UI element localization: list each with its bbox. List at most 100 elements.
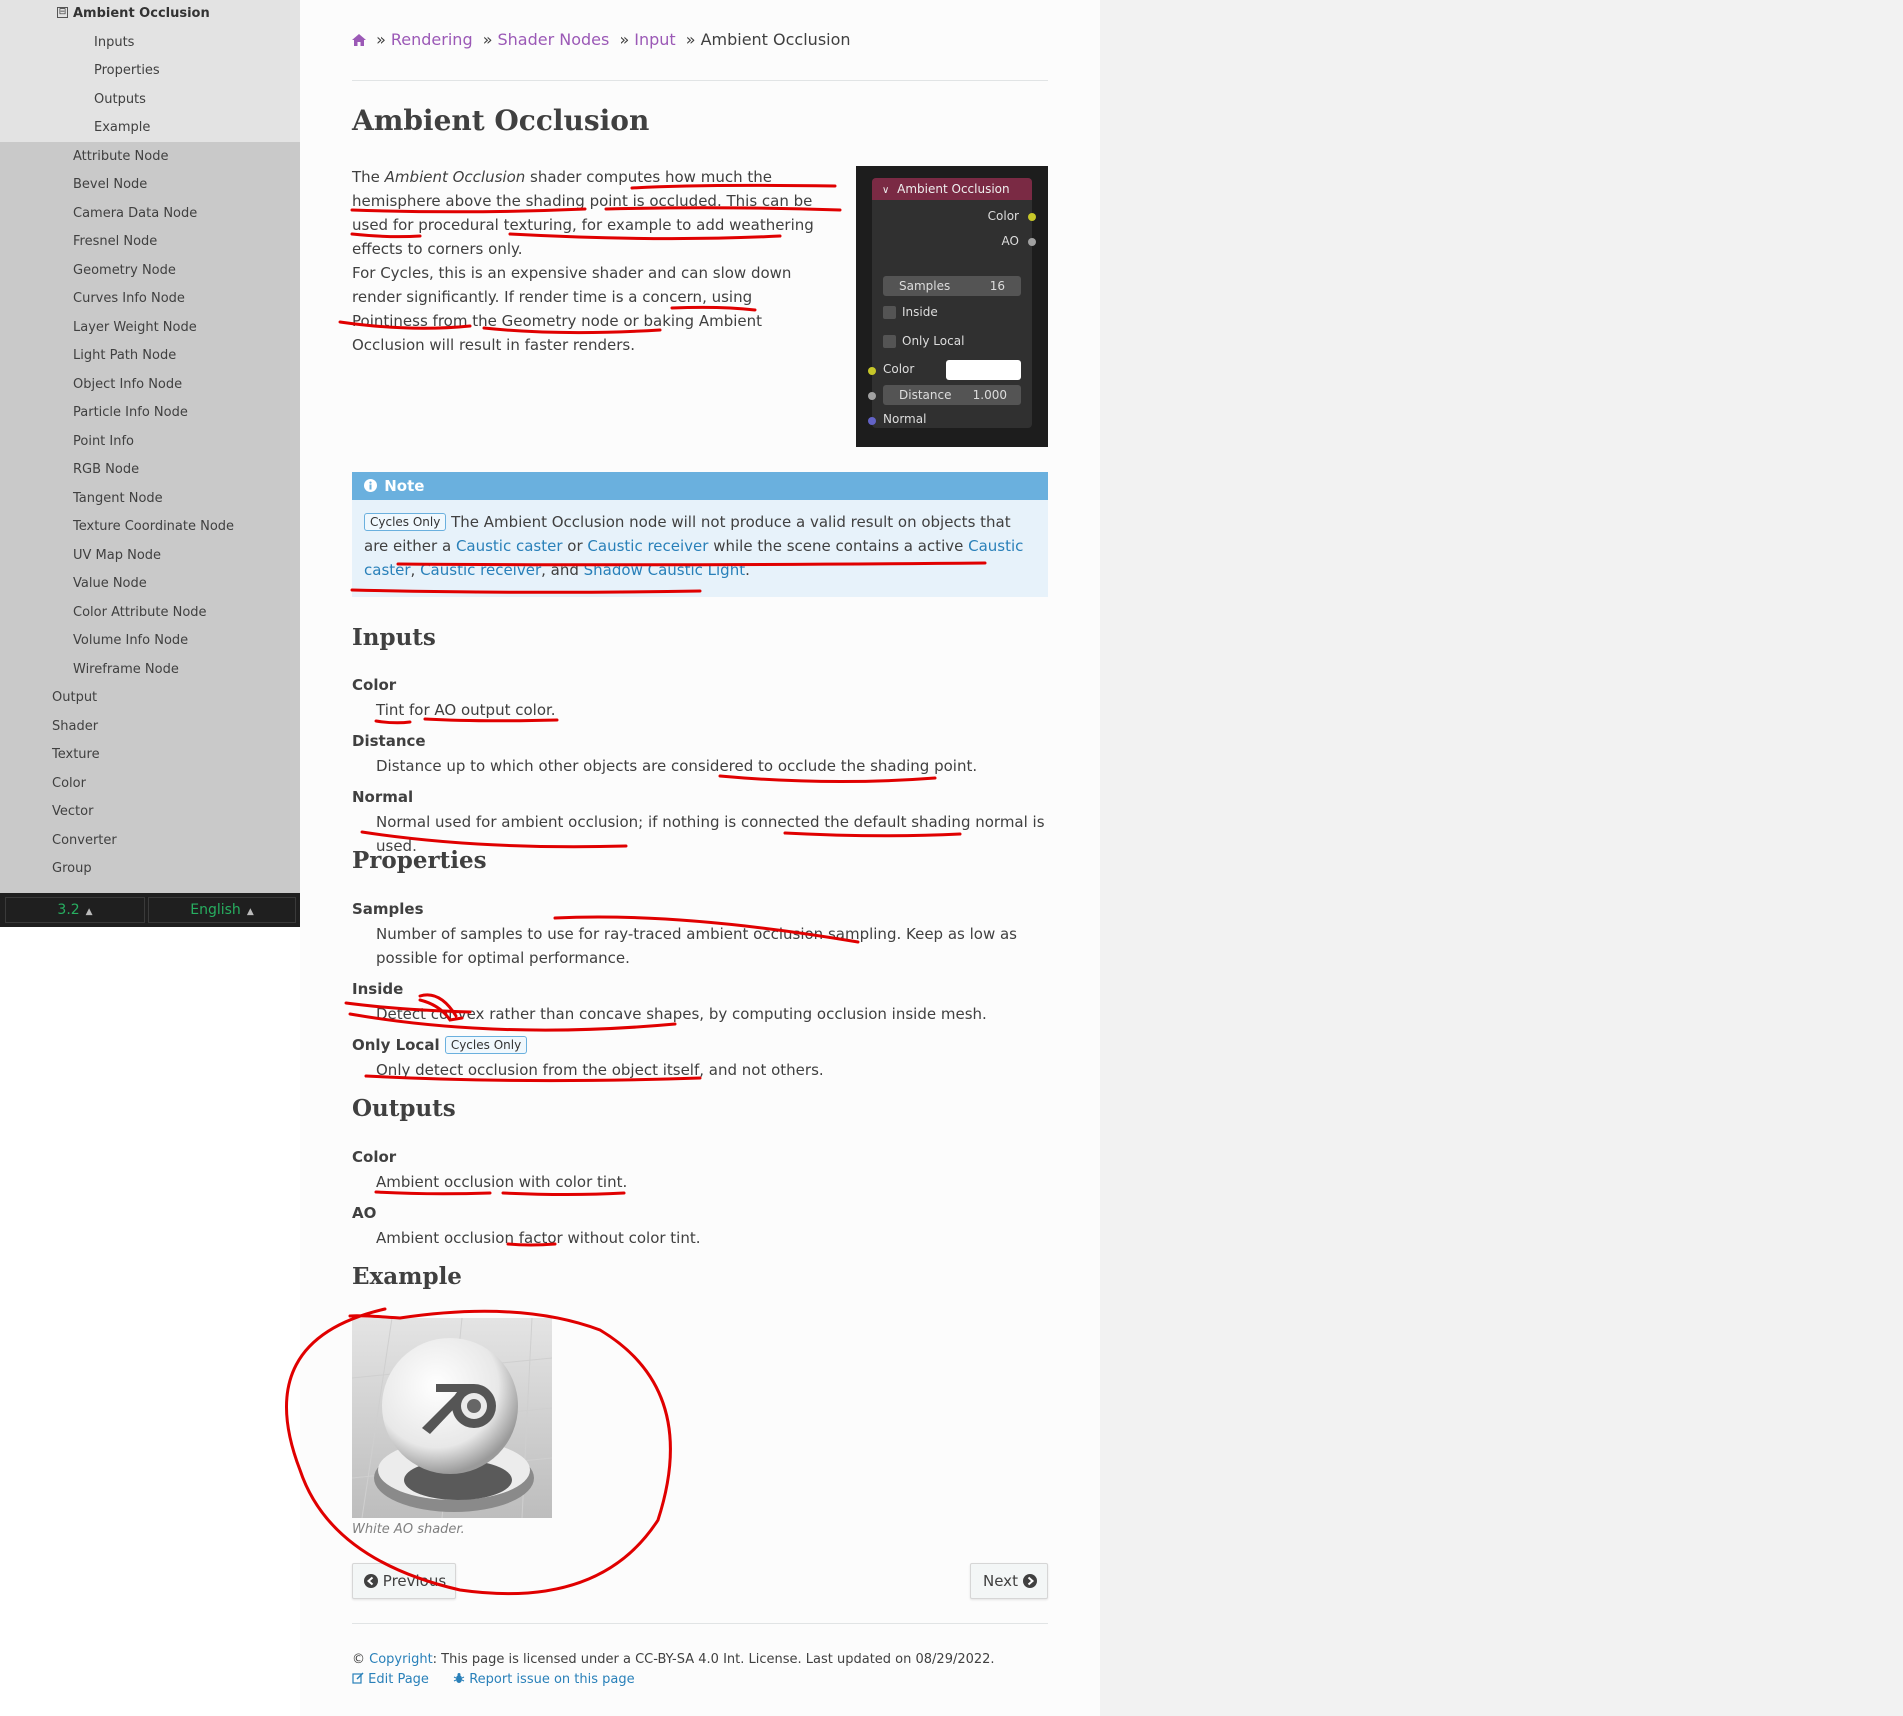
link-caustic-receiver[interactable]: Caustic receiver	[420, 561, 541, 579]
sidebar-nav: ⊟ Ambient Occlusion Inputs Properties Ou…	[0, 0, 300, 927]
intro-text: The	[352, 168, 385, 186]
divider	[352, 80, 1048, 81]
cycles-only-badge: Cycles Only	[444, 1036, 528, 1054]
note-text: .	[745, 561, 750, 579]
home-icon[interactable]	[352, 30, 371, 49]
version-switcher[interactable]: 3.2 ▲	[5, 897, 145, 923]
socket-ao-output	[1028, 238, 1036, 246]
previous-button[interactable]: Previous	[352, 1563, 456, 1599]
distance-value: 1.000	[972, 388, 1007, 402]
copyright-link[interactable]: Copyright	[369, 1652, 433, 1667]
note-header: Note	[352, 472, 1048, 500]
sidebar-item-uv-map-node[interactable]: UV Map Node	[73, 548, 161, 563]
footer-actions: Edit Page Report issue on this page	[352, 1672, 635, 1687]
sidebar-item-output[interactable]: Output	[52, 690, 97, 705]
note-text: , and	[541, 561, 584, 579]
inside-checkbox	[883, 306, 896, 319]
next-button[interactable]: Next	[970, 1563, 1048, 1599]
language-switcher[interactable]: English ▲	[148, 897, 296, 923]
input-normal-term: Normal	[352, 788, 414, 806]
note-text: or	[562, 537, 588, 555]
node-inside-label: Inside	[902, 305, 938, 319]
sidebar-item-rgb-node[interactable]: RGB Node	[73, 462, 139, 477]
sidebar-item-curves-info-node[interactable]: Curves Info Node	[73, 291, 185, 306]
sidebar-item-fresnel-node[interactable]: Fresnel Node	[73, 234, 157, 249]
white-ao-render-image[interactable]	[352, 1318, 552, 1518]
breadcrumb-current: Ambient Occlusion	[700, 30, 851, 49]
breadcrumb-separator: »	[482, 30, 493, 49]
sidebar-item-tangent-node[interactable]: Tangent Node	[73, 491, 163, 506]
breadcrumb-separator: »	[376, 30, 386, 49]
property-samples-desc: Number of samples to use for ray-traced …	[376, 925, 1017, 967]
sidebar-item-layer-weight-node[interactable]: Layer Weight Node	[73, 320, 197, 335]
socket-distance-input	[868, 392, 876, 400]
link-caustic-caster[interactable]: Caustic caster	[456, 537, 563, 555]
link-caustic-receiver[interactable]: Caustic receiver	[587, 537, 708, 555]
sidebar-item-example[interactable]: Example	[94, 120, 150, 135]
sidebar-item-texture-coordinate-node[interactable]: Texture Coordinate Node	[73, 519, 234, 534]
sidebar-item-vector[interactable]: Vector	[52, 804, 93, 819]
input-color-desc: Tint for AO output color.	[376, 701, 556, 719]
sidebar-item-shader[interactable]: Shader	[52, 719, 98, 734]
sidebar-item-attribute-node[interactable]: Attribute Node	[73, 149, 168, 164]
edit-page-label: Edit Page	[368, 1672, 429, 1687]
node-input-color: Color	[883, 362, 915, 376]
empty-right-panel	[1100, 0, 1903, 1716]
collapse-toggle-icon[interactable]: ⊟	[57, 7, 68, 18]
only-local-term-text: Only Local	[352, 1036, 440, 1054]
inputs-heading: Inputs	[352, 624, 436, 651]
output-ao-term: AO	[352, 1204, 377, 1222]
sidebar-item-properties[interactable]: Properties	[94, 63, 160, 78]
node-title: Ambient Occlusion	[897, 182, 1010, 196]
sidebar-item-group[interactable]: Group	[52, 861, 92, 876]
sidebar-item-volume-info-node[interactable]: Volume Info Node	[73, 633, 188, 648]
input-color-term: Color	[352, 676, 397, 694]
sidebar-item-color[interactable]: Color	[52, 776, 86, 791]
only-local-checkbox	[883, 335, 896, 348]
node-header: ∨ Ambient Occlusion	[872, 178, 1032, 200]
sidebar-item-geometry-node[interactable]: Geometry Node	[73, 263, 176, 278]
sidebar-item-color-attribute-node[interactable]: Color Attribute Node	[73, 605, 207, 620]
info-circle-icon	[364, 477, 382, 495]
sidebar-item-converter[interactable]: Converter	[52, 833, 117, 848]
sidebar-item-point-info[interactable]: Point Info	[73, 434, 134, 449]
input-distance-term: Distance	[352, 732, 426, 750]
footer-license: © Copyright: This page is licensed under…	[352, 1652, 995, 1667]
sidebar-item-bevel-node[interactable]: Bevel Node	[73, 177, 147, 192]
breadcrumb-shader-nodes[interactable]: Shader Nodes	[497, 30, 609, 49]
note-text: ,	[410, 561, 421, 579]
sidebar-item-camera-data-node[interactable]: Camera Data Node	[73, 206, 197, 221]
sidebar-item-wireframe-node[interactable]: Wireframe Node	[73, 662, 179, 677]
sidebar-item-particle-info-node[interactable]: Particle Info Node	[73, 405, 188, 420]
output-ao-desc: Ambient occlusion factor without color t…	[376, 1229, 701, 1247]
caret-up-icon: ▲	[246, 907, 254, 917]
breadcrumb-input[interactable]: Input	[634, 30, 675, 49]
property-inside-term: Inside	[352, 980, 404, 998]
sidebar-item-light-path-node[interactable]: Light Path Node	[73, 348, 176, 363]
outputs-heading: Outputs	[352, 1095, 456, 1122]
node-only-local-label: Only Local	[902, 334, 965, 348]
page-title: Ambient Occlusion	[352, 104, 650, 137]
sidebar-item-inputs[interactable]: Inputs	[94, 35, 134, 50]
output-color-term: Color	[352, 1148, 397, 1166]
sidebar-item-outputs[interactable]: Outputs	[94, 92, 146, 107]
intro-paragraph-1: The Ambient Occlusion shader computes ho…	[352, 165, 832, 261]
intro-paragraph-2: For Cycles, this is an expensive shader …	[352, 264, 792, 354]
sidebar-item-object-info-node[interactable]: Object Info Node	[73, 377, 182, 392]
link-shadow-caustic-light[interactable]: Shadow Caustic Light	[584, 561, 745, 579]
copyright-symbol: ©	[352, 1652, 365, 1667]
caret-up-icon: ▲	[85, 907, 93, 917]
divider	[352, 1623, 1048, 1624]
socket-color-input	[868, 367, 876, 375]
note-body: Cycles Only The Ambient Occlusion node w…	[364, 510, 1036, 582]
sidebar-item-texture[interactable]: Texture	[52, 747, 100, 762]
version-label: 3.2	[57, 902, 80, 918]
report-issue-link[interactable]: Report issue on this page	[453, 1672, 635, 1687]
sidebar-item-ambient-occlusion[interactable]: Ambient Occlusion	[73, 6, 210, 21]
edit-icon	[352, 1672, 364, 1684]
sidebar-item-value-node[interactable]: Value Node	[73, 576, 147, 591]
breadcrumb-rendering[interactable]: Rendering	[391, 30, 473, 49]
edit-page-link[interactable]: Edit Page	[352, 1672, 433, 1687]
cycles-only-badge: Cycles Only	[364, 513, 447, 531]
socket-normal-input	[868, 417, 876, 425]
